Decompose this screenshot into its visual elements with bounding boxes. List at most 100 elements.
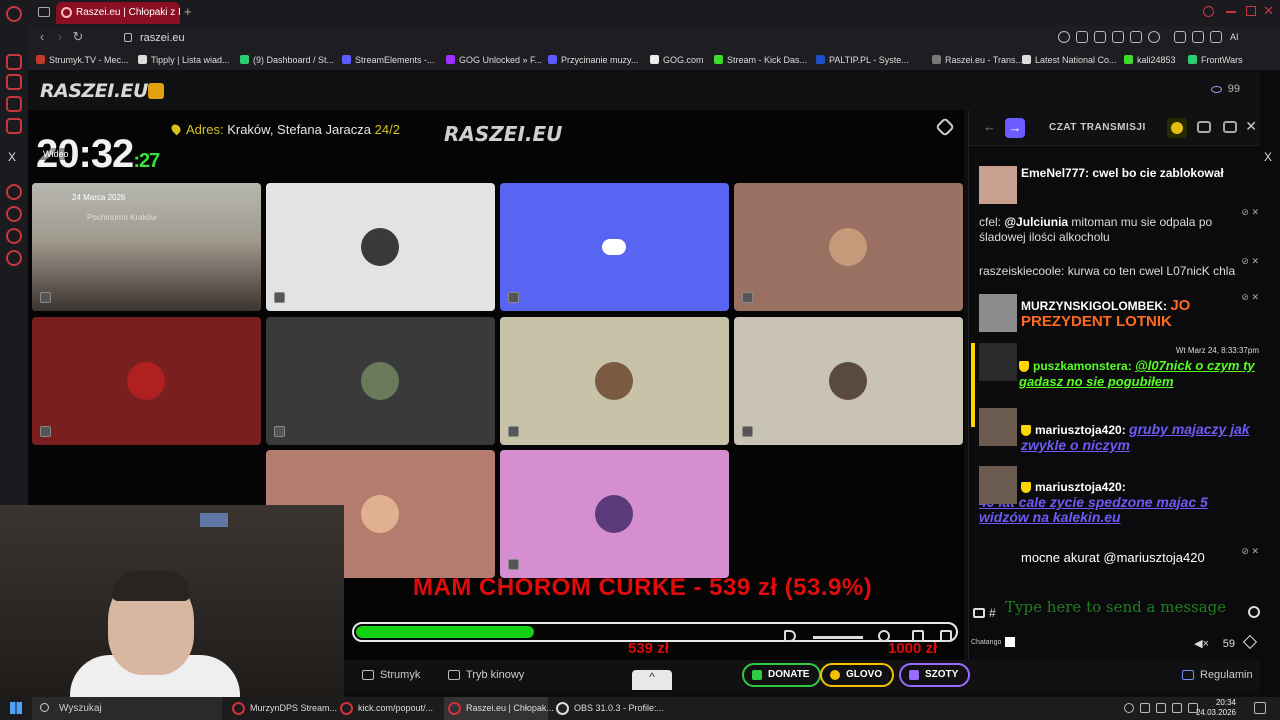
tab-overview-icon[interactable] xyxy=(38,7,50,17)
mute-icon[interactable]: ◀× xyxy=(1194,637,1209,650)
search-tabs-icon[interactable] xyxy=(1203,6,1214,17)
tray-app-icon[interactable] xyxy=(1140,703,1150,713)
participant-tile[interactable]: 24 Marca 2026 Pochmurno Kraków xyxy=(32,183,261,311)
volume-slider[interactable] xyxy=(813,636,863,639)
chat-username[interactable]: cfel: xyxy=(979,215,1001,229)
screenshot-icon[interactable] xyxy=(1094,31,1106,43)
strumyk-button[interactable]: Strumyk xyxy=(362,664,420,686)
camera-icon[interactable] xyxy=(1192,31,1204,43)
bookmark-item[interactable]: StreamElements -... xyxy=(342,50,435,70)
close-window-icon[interactable]: ✕ xyxy=(1263,3,1274,19)
minimize-icon[interactable] xyxy=(1226,11,1236,13)
site-logo[interactable]: RASZEI.EU xyxy=(40,80,148,102)
bookmark-item[interactable]: FrontWars xyxy=(1188,50,1243,70)
new-tab-button[interactable]: + xyxy=(184,4,192,19)
chat-username[interactable]: MURZYNSKIGOLOMBEK: xyxy=(1021,299,1167,313)
instagram-icon[interactable] xyxy=(6,118,22,134)
download-icon[interactable] xyxy=(6,228,22,244)
participant-tile[interactable] xyxy=(500,183,729,311)
forward-icon[interactable]: › xyxy=(52,29,68,44)
hashtag-icon[interactable]: # xyxy=(989,606,996,620)
chat-forward-icon[interactable]: → xyxy=(1005,118,1025,138)
rules-button[interactable]: Regulamin xyxy=(1182,664,1253,686)
chat-mention[interactable]: @Julciunia xyxy=(1004,215,1068,229)
history-icon[interactable] xyxy=(6,206,22,222)
shield-icon[interactable] xyxy=(1112,31,1124,43)
participant-tile[interactable] xyxy=(500,317,729,445)
zoom-icon[interactable] xyxy=(1058,31,1070,43)
szoty-button[interactable]: SZOTY xyxy=(899,663,971,687)
collapse-chevron-icon[interactable]: ^ xyxy=(632,670,672,690)
chat-message-input[interactable] xyxy=(1005,592,1251,622)
tray-wifi-icon[interactable] xyxy=(1172,703,1182,713)
bookmark-item[interactable]: GOG.com xyxy=(650,50,704,70)
notifications-icon[interactable] xyxy=(1254,702,1266,714)
tray-volume-icon[interactable] xyxy=(1156,703,1166,713)
taskbar-clock[interactable]: 20:34 24.03.2026 xyxy=(1196,698,1236,718)
bookmark-item[interactable]: kali24853 xyxy=(1124,50,1176,70)
resize-icon[interactable] xyxy=(1242,634,1258,650)
bookmark-item[interactable]: Latest National Co... xyxy=(1022,50,1117,70)
fullscreen-icon[interactable] xyxy=(940,630,952,642)
chat-username[interactable]: mariusztoja420: xyxy=(1035,480,1126,494)
heart-icon[interactable] xyxy=(1148,31,1160,43)
opera-logo-icon[interactable] xyxy=(6,6,22,22)
clock-icon[interactable] xyxy=(6,184,22,200)
chat-back-icon[interactable]: ← xyxy=(983,119,996,134)
emoji-icon[interactable] xyxy=(1248,606,1260,618)
participant-tile[interactable] xyxy=(266,317,495,445)
chat-username[interactable]: puszkamonstera: xyxy=(1033,359,1132,373)
chat-bubble-icon[interactable] xyxy=(1005,637,1015,647)
taskbar-search[interactable]: Wyszukaj xyxy=(32,697,222,720)
x-share-icon[interactable]: X xyxy=(1264,150,1272,164)
bookmark-item[interactable]: GOG Unlocked » F... xyxy=(446,50,542,70)
glovo-button[interactable]: GLOVO xyxy=(820,663,895,687)
chat-username[interactable]: mariusztoja420: xyxy=(1035,423,1126,437)
volume-icon[interactable] xyxy=(784,630,796,642)
bag-icon[interactable] xyxy=(6,74,22,90)
taskbar-app-obs[interactable]: OBS 31.0.3 - Profile:... xyxy=(552,697,664,720)
taskbar-app-opera-3[interactable]: Raszei.eu | Chłopak... xyxy=(444,697,554,720)
bookmark-item[interactable]: PALTIP.PL - Syste... xyxy=(816,50,909,70)
extensions-icon[interactable] xyxy=(1174,31,1186,43)
participant-tile[interactable] xyxy=(500,450,729,578)
settings-gear-icon[interactable] xyxy=(878,630,890,642)
bookmark-item[interactable]: Strumyk.TV - Mec... xyxy=(36,50,129,70)
coin-icon[interactable] xyxy=(1167,118,1187,138)
windows-start-icon[interactable] xyxy=(10,702,22,714)
sponsor-badge-icon[interactable] xyxy=(148,83,164,99)
message-controls-icon[interactable]: ⊘ ✕ xyxy=(1241,290,1259,305)
download-toolbar-icon[interactable] xyxy=(1210,31,1222,43)
pin-icon[interactable] xyxy=(1076,31,1088,43)
participant-tile[interactable] xyxy=(734,183,963,311)
participant-tile[interactable] xyxy=(266,183,495,311)
ai-button[interactable]: AI xyxy=(1230,32,1239,42)
chat-close-icon[interactable]: ✕ xyxy=(1245,118,1257,135)
message-controls-icon[interactable]: ⊘ ✕ xyxy=(1241,544,1259,559)
discord-icon[interactable] xyxy=(1197,121,1211,133)
chatango-brand[interactable]: Chatango xyxy=(971,639,1001,646)
bookmark-item[interactable]: Raszei.eu - Trans... xyxy=(932,50,1023,70)
external-link-icon[interactable] xyxy=(1223,121,1237,133)
donate-button[interactable]: DONATE xyxy=(742,663,822,687)
message-controls-icon[interactable]: ⊘ ✕ xyxy=(1241,205,1259,220)
taskbar-app-opera-1[interactable]: MurzynDPS Stream... xyxy=(228,697,337,720)
bookmark-item[interactable]: (9) Dashboard / St... xyxy=(240,50,334,70)
settings-icon[interactable] xyxy=(6,250,22,266)
camera-upload-icon[interactable] xyxy=(973,608,985,618)
home-icon[interactable] xyxy=(6,54,22,70)
participant-tile[interactable] xyxy=(32,317,261,445)
maximize-icon[interactable] xyxy=(1246,6,1256,16)
tray-network-icon[interactable] xyxy=(1124,703,1134,713)
bookmark-item[interactable]: Tipply | Lista wiad... xyxy=(138,50,230,70)
tab-raszei[interactable]: Raszei.eu | Chłopaki z Ras xyxy=(56,2,180,24)
link-icon[interactable] xyxy=(935,117,955,137)
participant-tile[interactable] xyxy=(734,317,963,445)
message-controls-icon[interactable]: ⊘ ✕ xyxy=(1241,254,1259,269)
bookmark-item[interactable]: Przycinanie muzy... xyxy=(548,50,638,70)
chat-username[interactable]: raszeiskiecoole: xyxy=(979,264,1064,278)
play-icon[interactable] xyxy=(1130,31,1142,43)
bookmark-item[interactable]: Stream - Kick Das... xyxy=(714,50,807,70)
x-icon[interactable]: X xyxy=(8,150,16,164)
reload-icon[interactable]: ↻ xyxy=(70,29,86,45)
